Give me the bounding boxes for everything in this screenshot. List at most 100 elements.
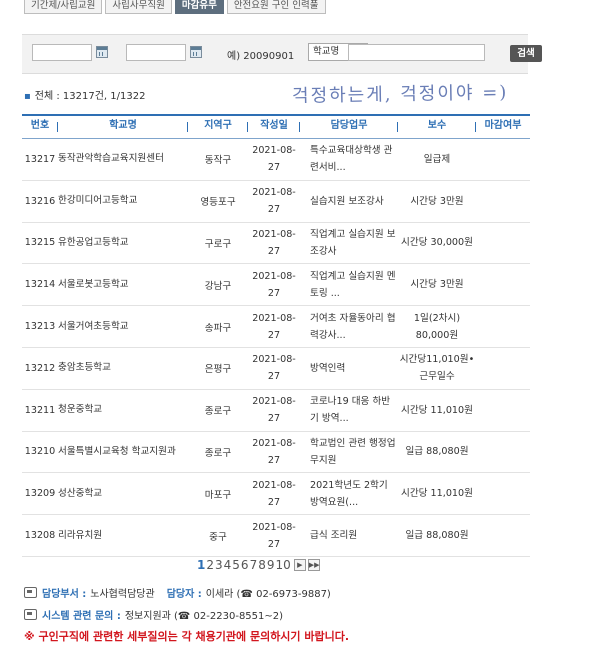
table-row[interactable]: 13211 청운중학교 종로구 2021-08- 27 코로나19 대응 하반기 방역..… <box>22 390 530 432</box>
row-pay: 시간당11,010원•근무일수 <box>399 354 475 383</box>
row-pay: 시간당 11,010원 <box>401 404 473 416</box>
tab-private-staff[interactable]: 사립사무직원 <box>105 0 172 14</box>
job-table: 번호 학교명 지역구 작성일 담당업무 보수 마감여부 13217 동작관악학습교… <box>22 114 530 557</box>
row-region: 종로구 <box>204 406 232 418</box>
table-row[interactable]: 13217 동작관악학습교육지원센터 동작구 2021-08- 27 특수교육대상학생 관… <box>22 139 530 181</box>
row-duty[interactable]: 특수교육대상학생 관련서비... <box>300 142 398 176</box>
tab-contract-teacher[interactable]: 기간제/사립교원 <box>24 0 103 14</box>
row-date-line: 2021-08- <box>252 270 296 282</box>
row-duty[interactable]: 코로나19 대응 하반기 방역... <box>300 393 398 427</box>
row-pay: 시간당 11,010원 <box>401 488 473 500</box>
system-label: 시스템 관련 문의 : <box>42 611 121 622</box>
row-number: 13214 <box>24 279 56 291</box>
row-date-line: 2021-08- <box>252 437 296 449</box>
row-date-line: 2021-08- <box>252 479 296 491</box>
row-school[interactable]: 리라유치원 <box>58 529 188 543</box>
row-school[interactable]: 성산중학교 <box>58 487 188 501</box>
row-school[interactable]: 서울거여초등학교 <box>58 320 188 334</box>
row-duty[interactable]: 거여초 자율동아리 협력강사... <box>300 310 398 344</box>
search-panel: ~ 예) 20090901 학교명 ▼ 검색 <box>22 34 542 74</box>
row-school[interactable]: 동작관악학습교육지원센터 <box>58 152 188 166</box>
search-button[interactable]: 검색 <box>510 45 542 62</box>
page-link[interactable]: 4 <box>224 558 232 572</box>
search-input[interactable] <box>348 44 485 61</box>
table-row[interactable]: 13209 성산중학교 마포구 2021-08- 27 2021학년도 2학기 방역요원(… <box>22 473 530 516</box>
row-date-line: 27 <box>267 162 281 174</box>
bullet-icon: ▪ <box>24 91 31 102</box>
calendar-icon[interactable] <box>190 46 202 58</box>
row-date-line: 27 <box>267 329 281 341</box>
page-link[interactable]: 3 <box>215 558 223 572</box>
page-link[interactable]: 8 <box>258 558 266 572</box>
date-format-hint: 예) 20090901 <box>227 51 295 62</box>
row-date-line: 27 <box>267 454 281 466</box>
row-date: 2021-08- 27 <box>248 310 300 344</box>
row-date: 2021-08- 27 <box>248 393 300 427</box>
header-school[interactable]: 학교명 <box>58 116 188 138</box>
result-summary: ▪ 전체 : 13217건, 1/1322 <box>24 87 145 102</box>
row-date-line: 2021-08- <box>252 354 296 366</box>
page-link[interactable]: 9 <box>267 558 275 572</box>
row-date: 2021-08- 27 <box>248 435 300 469</box>
table-row[interactable]: 13208 리라유치원 중구 2021-08- 27 급식 조리원 일급 88,080원 <box>22 515 530 557</box>
row-school[interactable]: 충암초등학교 <box>58 361 188 375</box>
header-region[interactable]: 지역구 <box>188 116 248 138</box>
row-school[interactable]: 서울특별시교육청 학교지원과 <box>58 445 188 459</box>
page-link[interactable]: 7 <box>250 558 258 572</box>
page-link[interactable]: 10 <box>275 558 290 572</box>
row-duty[interactable]: 실습지원 보조강사 <box>300 193 398 210</box>
row-date-line: 2021-08- <box>252 228 296 240</box>
row-number: 13208 <box>24 530 56 542</box>
page-link[interactable]: 2 <box>206 558 214 572</box>
row-date: 2021-08- 27 <box>248 519 300 553</box>
row-duty[interactable]: 급식 조리원 <box>300 527 398 544</box>
handwritten-annotation: 걱정하는게, 걱정이야 =) <box>291 82 509 107</box>
header-duty[interactable]: 담당업무 <box>300 116 398 138</box>
page-link[interactable]: 1 <box>197 558 205 572</box>
person-label: 담당자 : <box>166 589 202 600</box>
table-row[interactable]: 13213 서울거여초등학교 송파구 2021-08- 27 거여초 자율동아리 협력강사… <box>22 306 530 348</box>
row-number: 13216 <box>24 195 56 207</box>
row-date: 2021-08- 27 <box>248 268 300 302</box>
row-school[interactable]: 한강미디어고등학교 <box>58 194 188 208</box>
row-pay: 시간당 3만원 <box>410 195 464 207</box>
row-school[interactable]: 청운중학교 <box>58 403 188 417</box>
department-info: 담당부서 : 노사협력담당관 담당자 : 이세라 (☎ 02-6973-9887… <box>24 585 331 600</box>
row-pay: 1일(2차시) 80,000원 <box>413 312 461 341</box>
start-date-input[interactable] <box>32 44 92 61</box>
next-page-icon[interactable]: ▶ <box>293 559 306 571</box>
row-duty[interactable]: 직업계고 실습지원 보조강사 <box>300 226 398 260</box>
table-row[interactable]: 13216 한강미디어고등학교 영등포구 2021-08- 27 실습지원 보조강사 시간당… <box>22 181 530 223</box>
tab-closed-status[interactable]: 마감유무 <box>174 0 224 14</box>
page-link[interactable]: 5 <box>232 558 240 572</box>
table-row[interactable]: 13214 서울로봇고등학교 강남구 2021-08- 27 직업계고 실습지원 멘토링 … <box>22 264 530 307</box>
calendar-icon[interactable] <box>96 46 108 58</box>
table-row[interactable]: 13212 충암초등학교 은평구 2021-08- 27 방역인력 시간당11,010원•근… <box>22 348 530 390</box>
table-row[interactable]: 13215 유한공업고등학교 구로구 2021-08- 27 직업계고 실습지원 보조강사… <box>22 223 530 265</box>
header-pay[interactable]: 보수 <box>398 116 476 138</box>
row-school[interactable]: 서울로봇고등학교 <box>58 278 188 292</box>
row-duty[interactable]: 직업계고 실습지원 멘토링 ... <box>300 268 398 302</box>
header-closed[interactable]: 마감여부 <box>476 116 530 138</box>
row-duty[interactable]: 학교법인 관련 행정업무지원 <box>300 435 398 469</box>
table-row[interactable]: 13210 서울특별시교육청 학교지원과 종로구 2021-08- 27 학교법인 관련 … <box>22 432 530 474</box>
end-date-input[interactable] <box>126 44 186 61</box>
phone-icon <box>24 609 37 620</box>
row-duty[interactable]: 방역인력 <box>300 360 398 377</box>
header-number[interactable]: 번호 <box>22 116 58 138</box>
row-school[interactable]: 유한공업고등학교 <box>58 236 188 250</box>
row-region: 구로구 <box>204 238 232 250</box>
pagination: 1 2 3 4 5 6 7 8 9 10 ▶ ▶▶ <box>197 558 320 572</box>
row-duty[interactable]: 2021학년도 2학기 방역요원(... <box>300 477 398 511</box>
header-date[interactable]: 작성일 <box>248 116 300 138</box>
row-date-line: 27 <box>267 371 281 383</box>
row-date: 2021-08- 27 <box>248 184 300 218</box>
row-pay: 시간당 3만원 <box>410 279 464 291</box>
row-pay: 일급 88,080원 <box>405 530 469 542</box>
row-region: 은평구 <box>204 364 232 376</box>
last-page-icon[interactable]: ▶▶ <box>307 559 320 571</box>
page-link[interactable]: 6 <box>241 558 249 572</box>
tab-safety-pool[interactable]: 안전요원 구인 인력풀 <box>226 0 326 14</box>
row-region: 동작구 <box>204 155 232 167</box>
row-number: 13217 <box>24 153 56 165</box>
